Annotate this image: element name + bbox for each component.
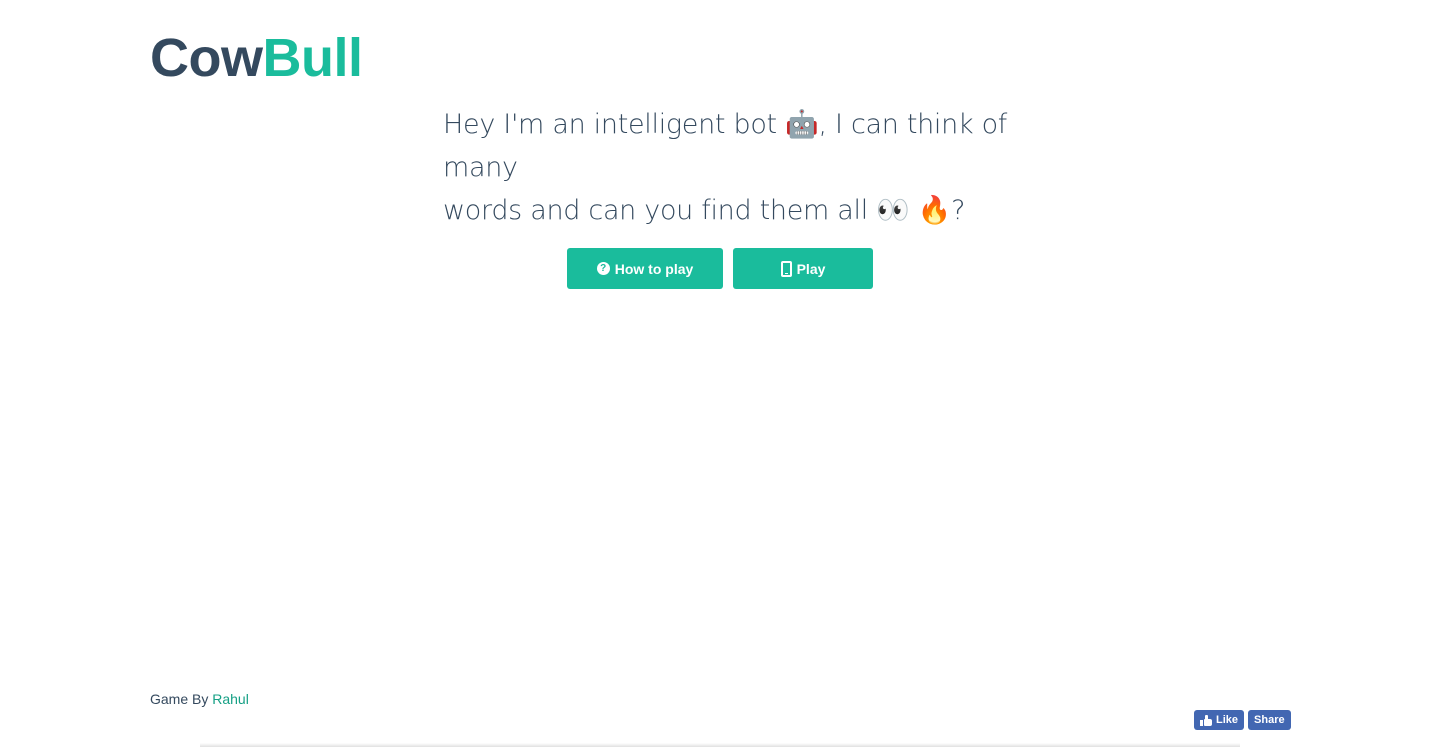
tagline-line-1: Hey I'm an intelligent bot 🤖, I can thin… (443, 109, 1007, 183)
question-circle-icon: ? (596, 262, 610, 275)
facebook-buttons: Like Share (1194, 710, 1291, 730)
facebook-share-button[interactable]: Share (1248, 710, 1291, 730)
mobile-phone-icon (780, 260, 792, 277)
play-label: Play (796, 260, 826, 277)
tagline: Hey I'm an intelligent bot 🤖, I can thin… (443, 103, 1063, 232)
share-label: Share (1254, 714, 1285, 726)
footer-credit: Game By Rahul (150, 691, 249, 707)
page: CowBull Hey I'm an intelligent bot 🤖, I … (0, 0, 1440, 747)
logo-bull: Bull (262, 28, 364, 88)
footer-prefix: Game By (150, 691, 209, 707)
facebook-like-button[interactable]: Like (1194, 710, 1245, 730)
thumbs-up-icon (1200, 714, 1212, 726)
logo-cow: Cow (150, 28, 263, 88)
logo[interactable]: CowBull (150, 28, 363, 88)
how-to-play-label: How to play (614, 260, 694, 277)
tagline-line-2: words and can you find them all 👀 🔥? (443, 195, 966, 226)
author-link[interactable]: Rahul (212, 691, 249, 707)
bottom-shadow (200, 743, 1240, 747)
how-to-play-button[interactable]: ? How to play (567, 248, 723, 289)
play-button[interactable]: Play (733, 248, 873, 289)
like-label: Like (1216, 714, 1239, 726)
action-buttons: ? How to play Play (567, 248, 873, 289)
